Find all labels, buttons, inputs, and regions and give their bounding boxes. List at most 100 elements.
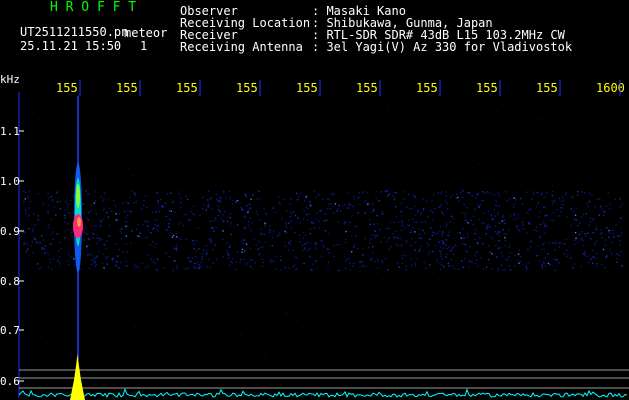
- noise-dot: [416, 221, 418, 223]
- noise-dot: [192, 240, 194, 242]
- noise-dot: [126, 265, 128, 267]
- noise-dot: [604, 243, 607, 246]
- noise-dot: [442, 213, 444, 216]
- noise-dot: [553, 211, 555, 213]
- noise-dot: [591, 194, 593, 197]
- noise-dot: [371, 257, 373, 259]
- noise-dot: [566, 255, 568, 258]
- noise-dot: [83, 231, 86, 234]
- noise-dot: [470, 219, 472, 222]
- noise-dot: [225, 124, 227, 126]
- noise-dot: [117, 266, 120, 268]
- noise-dot: [289, 220, 292, 222]
- noise-dot: [476, 251, 478, 254]
- noise-dot: [203, 259, 204, 261]
- noise-dot: [271, 236, 274, 239]
- noise-dot: [413, 194, 415, 196]
- noise-dot: [372, 252, 374, 254]
- noise-dot: [130, 242, 132, 244]
- noise-dot: [95, 199, 97, 202]
- noise-dot: [309, 247, 311, 250]
- noise-dot: [401, 222, 404, 224]
- noise-dot: [436, 259, 438, 261]
- noise-dot: [504, 236, 506, 239]
- noise-dot: [24, 191, 26, 193]
- noise-dot: [303, 210, 305, 213]
- noise-dot: [99, 219, 101, 221]
- noise-dot: [185, 238, 187, 241]
- noise-dot: [415, 258, 418, 260]
- noise-dot: [566, 216, 568, 218]
- noise-dot: [414, 264, 417, 266]
- noise-dot: [338, 269, 340, 272]
- noise-dot: [499, 222, 501, 224]
- noise-dot: [512, 197, 514, 199]
- noise-dot: [564, 193, 567, 196]
- noise-dot: [381, 213, 384, 215]
- noise-dot: [93, 259, 96, 261]
- noise-dot: [96, 237, 98, 239]
- noise-dot: [462, 240, 464, 242]
- noise-dot: [276, 235, 278, 237]
- noise-dot: [301, 244, 304, 247]
- noise-dot: [348, 191, 350, 193]
- noise-dot: [65, 202, 68, 205]
- noise-dot: [496, 256, 498, 258]
- noise-dot: [220, 201, 222, 203]
- x-tick-label: 155: [356, 81, 378, 95]
- noise-dot: [156, 228, 158, 230]
- noise-dot: [23, 241, 26, 244]
- noise-dot: [221, 218, 223, 221]
- noise-dot: [408, 208, 411, 210]
- noise-dot: [56, 233, 58, 235]
- noise-dot: [458, 200, 460, 203]
- noise-dot: [439, 225, 442, 228]
- noise-dot: [210, 238, 212, 240]
- noise-dot: [386, 190, 389, 192]
- noise-dot: [207, 205, 209, 207]
- noise-dot: [102, 219, 104, 221]
- meteor-upper: [76, 184, 80, 208]
- noise-dot: [352, 205, 354, 207]
- noise-dot: [481, 222, 483, 224]
- noise-dot: [487, 258, 490, 261]
- noise-dot: [53, 206, 56, 208]
- noise-dot: [589, 221, 591, 223]
- noise-dot: [70, 231, 72, 233]
- noise-dot: [245, 243, 248, 245]
- noise-dot: [90, 263, 93, 266]
- noise-dot: [66, 206, 69, 208]
- noise-dot: [541, 248, 543, 251]
- noise-dot: [161, 205, 163, 208]
- noise-dot: [439, 230, 441, 232]
- noise-dot: [519, 255, 522, 258]
- noise-dot: [290, 211, 292, 213]
- noise-dot: [343, 222, 345, 225]
- noise-dot: [488, 226, 490, 228]
- noise-dot: [423, 232, 426, 234]
- noise-dot: [116, 260, 118, 263]
- noise-dot: [570, 224, 572, 227]
- noise-dot: [620, 236, 622, 237]
- noise-dot: [320, 239, 323, 242]
- noise-dot: [468, 266, 470, 268]
- noise-dot: [325, 219, 328, 221]
- noise-dot: [584, 232, 586, 235]
- baseline-noise: [18, 354, 628, 400]
- noise-dot: [202, 197, 204, 199]
- noise-dot: [400, 202, 403, 205]
- noise-dot: [348, 258, 350, 260]
- noise-dot: [574, 214, 577, 216]
- noise-dot: [51, 199, 54, 202]
- noise-dot: [483, 192, 486, 194]
- noise-dot: [56, 192, 58, 194]
- noise-dot: [576, 191, 579, 193]
- noise-dot: [51, 268, 53, 271]
- noise-dot: [52, 231, 54, 233]
- noise-dot: [377, 267, 379, 269]
- noise-dot: [522, 224, 524, 226]
- noise-dot: [250, 266, 252, 268]
- noise-dot: [122, 251, 124, 253]
- noise-dot: [154, 246, 156, 248]
- noise-dot: [153, 219, 156, 222]
